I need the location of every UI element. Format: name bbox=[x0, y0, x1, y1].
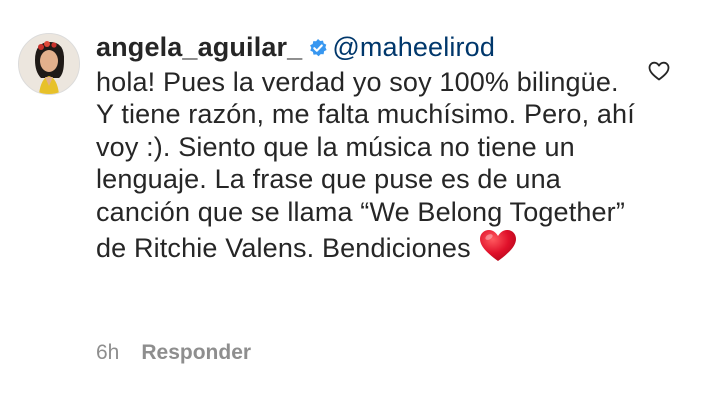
mention-link[interactable]: @maheelirod bbox=[332, 32, 495, 62]
avatar[interactable] bbox=[18, 33, 80, 95]
timestamp: 6h bbox=[96, 341, 120, 364]
comment-meta: 6h Responder bbox=[96, 341, 251, 365]
red-heart-emoji bbox=[479, 229, 517, 271]
verified-badge-icon bbox=[308, 33, 328, 66]
username-link[interactable]: angela_aguilar_ bbox=[96, 32, 302, 62]
comment: angela_aguilar_ @maheelirod hola! Pues l… bbox=[0, 0, 709, 401]
heart-outline-icon[interactable] bbox=[647, 59, 671, 83]
comment-body: angela_aguilar_ @maheelirod hola! Pues l… bbox=[96, 31, 636, 270]
comment-text: hola! Pues la verdad yo soy 100% bilingü… bbox=[96, 66, 635, 263]
reply-button[interactable]: Responder bbox=[141, 341, 251, 365]
